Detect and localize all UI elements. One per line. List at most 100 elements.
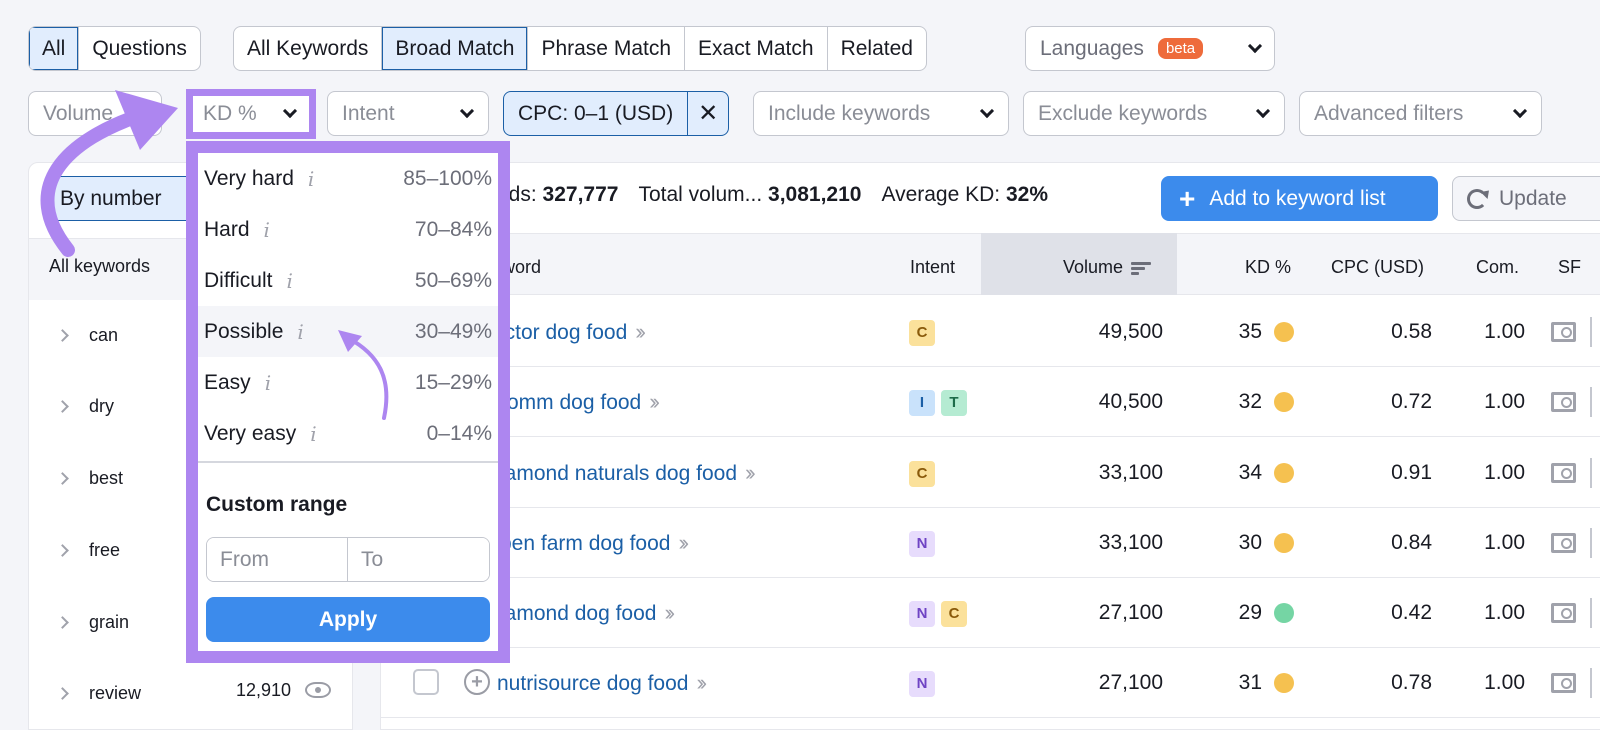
serp-features-icon[interactable]	[1551, 463, 1576, 483]
volume-cell: 33,100	[1098, 461, 1163, 484]
eye-icon[interactable]	[305, 682, 331, 698]
cpc-filter-chip[interactable]: CPC: 0–1 (USD) ✕	[503, 91, 730, 136]
kd-option-hard[interactable]: Hard i 70–84%	[198, 204, 498, 255]
kd-option-difficult[interactable]: Difficult i 50–69%	[198, 255, 498, 306]
search-type-tabs: All Questions	[28, 26, 201, 71]
tab-questions[interactable]: Questions	[79, 27, 200, 70]
languages-label: Languages	[1040, 36, 1144, 60]
add-to-keyword-list-button[interactable]: + Add to keyword list	[1161, 176, 1438, 221]
kd-option-very-hard[interactable]: Very hard i 85–100%	[198, 153, 498, 204]
group-item[interactable]: review	[56, 678, 141, 708]
advanced-filters[interactable]: Advanced filters	[1299, 91, 1542, 136]
serp-features-icon[interactable]	[1551, 392, 1576, 412]
kd-option-very-easy[interactable]: Very easy i 0–14%	[198, 408, 498, 459]
column-divider	[1590, 458, 1592, 488]
serp-features-icon[interactable]	[1551, 673, 1576, 693]
kd-option-range: 85–100%	[403, 166, 492, 190]
languages-dropdown[interactable]: Languages beta	[1025, 26, 1275, 71]
intent-badge[interactable]: C	[941, 600, 967, 627]
kd-option-range: 50–69%	[414, 268, 492, 292]
include-keywords-filter[interactable]: Include keywords	[753, 91, 1009, 136]
info-icon[interactable]: i	[265, 371, 271, 395]
keyword-details-icon[interactable]: ››	[745, 460, 755, 485]
tab-broad-match[interactable]: Broad Match	[382, 27, 529, 70]
intent-badge[interactable]: T	[941, 389, 967, 416]
intent-filter[interactable]: Intent	[327, 91, 489, 136]
group-item[interactable]: grain	[56, 607, 129, 637]
kd-option-range: 0–14%	[426, 421, 492, 445]
kd-filter[interactable]: KD %	[193, 96, 309, 132]
apply-button[interactable]: Apply	[206, 597, 490, 642]
add-keyword-icon[interactable]: +	[464, 669, 490, 695]
column-header-cpc[interactable]: CPC (USD)	[1331, 257, 1424, 278]
update-button[interactable]: Update	[1452, 176, 1600, 221]
keyword-link[interactable]: pen farm dog food	[500, 532, 670, 555]
info-icon[interactable]: i	[264, 218, 270, 242]
serp-features-icon[interactable]	[1551, 603, 1576, 623]
by-number-toggle[interactable]: By number	[46, 176, 206, 221]
intent-badge[interactable]: N	[909, 600, 935, 627]
row-checkbox[interactable]	[413, 669, 439, 695]
tab-all-keywords[interactable]: All Keywords	[234, 27, 383, 70]
intent-badge[interactable]: C	[909, 460, 935, 487]
from-input[interactable]	[207, 538, 348, 581]
com-cell: 1.00	[1484, 461, 1525, 484]
volume-filter-label: Volume	[43, 101, 114, 125]
info-icon[interactable]: i	[308, 167, 314, 191]
chevron-down-icon	[282, 103, 298, 119]
keyword-link[interactable]: ictor dog food	[500, 321, 627, 344]
column-header-intent[interactable]: Intent	[910, 257, 955, 278]
chevron-right-icon	[56, 615, 69, 629]
info-icon[interactable]: i	[310, 422, 316, 446]
keyword-details-icon[interactable]: ››	[635, 319, 645, 344]
tab-all[interactable]: All	[29, 27, 80, 70]
info-icon[interactable]: i	[297, 320, 303, 344]
keyword-link[interactable]: iamond naturals dog food	[500, 462, 737, 485]
exclude-keywords-filter[interactable]: Exclude keywords	[1023, 91, 1285, 136]
column-header-kd[interactable]: KD %	[1245, 257, 1291, 278]
column-header-volume[interactable]: Volume	[1063, 257, 1152, 278]
intent-badge[interactable]: C	[909, 319, 935, 346]
refresh-icon	[1467, 188, 1487, 209]
all-keywords-label: All keywords	[49, 256, 151, 276]
column-header-com[interactable]: Com.	[1476, 257, 1519, 278]
kd-cell: 34	[1238, 461, 1262, 484]
keyword-details-icon[interactable]: ››	[664, 600, 674, 625]
serp-features-icon[interactable]	[1551, 533, 1576, 553]
keyword-details-icon[interactable]: ››	[678, 530, 688, 555]
tab-exact-match[interactable]: Exact Match	[685, 27, 828, 70]
group-item[interactable]: dry	[56, 391, 114, 421]
info-icon[interactable]: i	[286, 269, 292, 293]
keyword-link[interactable]: iamond dog food	[500, 602, 656, 625]
group-item[interactable]: best	[56, 463, 123, 493]
column-header-sf[interactable]: SF	[1558, 257, 1581, 278]
com-cell: 1.00	[1484, 671, 1525, 694]
com-cell: 1.00	[1484, 531, 1525, 554]
serp-features-icon[interactable]	[1551, 322, 1576, 342]
keyword-details-icon[interactable]: ››	[649, 389, 659, 414]
to-input[interactable]	[348, 538, 489, 581]
volume-cell: 27,100	[1098, 601, 1163, 624]
tab-related[interactable]: Related	[828, 27, 926, 70]
intent-badge[interactable]: I	[909, 389, 935, 416]
kd-indicator-dot	[1274, 322, 1294, 342]
kd-option-easy[interactable]: Easy i 15–29%	[198, 357, 498, 408]
intent-badge[interactable]: N	[909, 530, 935, 557]
keyword-details-icon[interactable]: ››	[696, 670, 706, 695]
divider	[198, 461, 498, 463]
cpc-cell: 0.84	[1391, 531, 1432, 554]
group-item[interactable]: can	[56, 320, 118, 350]
close-icon[interactable]: ✕	[688, 99, 728, 128]
tab-phrase-match[interactable]: Phrase Match	[528, 27, 686, 70]
keyword-link[interactable]: nutrisource dog food	[497, 672, 688, 695]
keyword-cell: ictor dog food ››	[500, 319, 646, 345]
kd-cell: 31	[1238, 671, 1262, 694]
kd-option-possible[interactable]: Possible i 30–49%	[198, 306, 498, 357]
intent-cell: C	[909, 319, 941, 346]
volume-filter[interactable]: Volume	[28, 91, 162, 136]
kd-option-range: 15–29%	[414, 370, 492, 394]
intent-badge[interactable]: N	[909, 670, 935, 697]
keyword-link[interactable]: romm dog food	[500, 391, 641, 414]
group-item[interactable]: free	[56, 535, 120, 565]
kd-cell: 29	[1238, 601, 1262, 624]
